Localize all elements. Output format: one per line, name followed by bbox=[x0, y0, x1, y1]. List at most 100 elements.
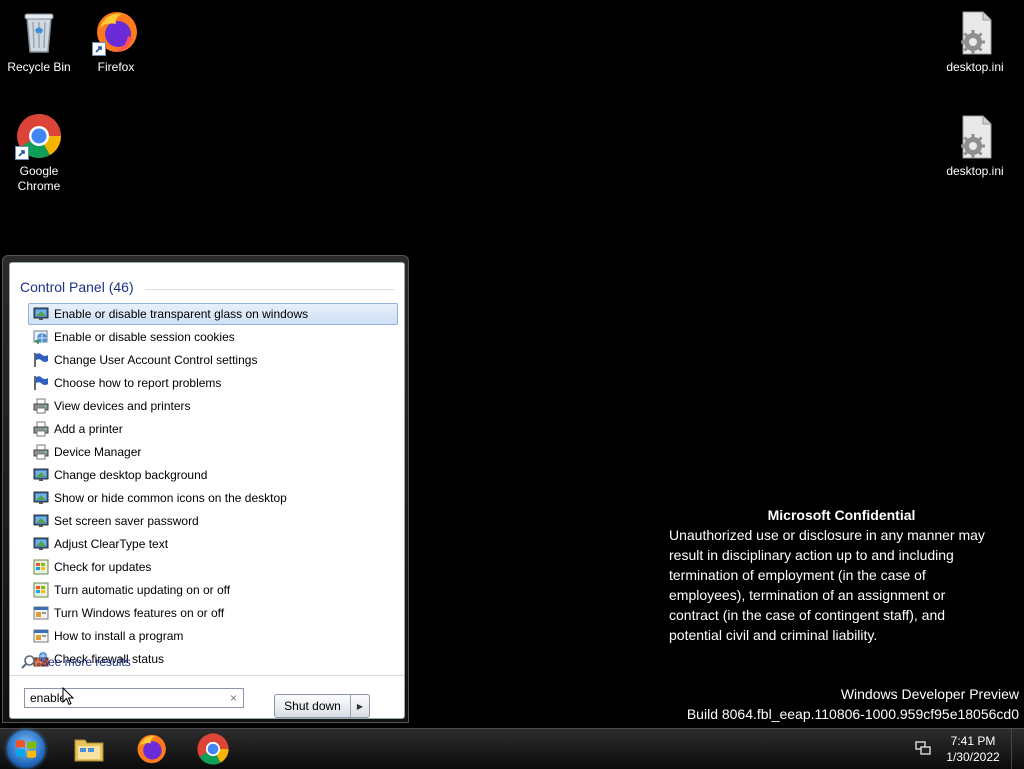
confidential-line: employees), termination of an assignment… bbox=[669, 587, 946, 603]
desktop-icon-label: Firefox bbox=[97, 60, 135, 74]
desktop-icon-label: Recycle Bin bbox=[7, 60, 71, 74]
display-settings-icon bbox=[33, 467, 49, 483]
desktop-icon-label: desktop.ini bbox=[946, 164, 1004, 178]
display-settings-icon bbox=[33, 536, 49, 552]
network-tray-icon[interactable] bbox=[915, 740, 931, 756]
search-result-label: Enable or disable transparent glass on w… bbox=[54, 307, 309, 321]
desktop-icon-desktop-ini[interactable]: desktop.ini bbox=[936, 8, 1014, 75]
desktop-icon-label: desktop.ini bbox=[946, 60, 1004, 74]
search-result-label: Add a printer bbox=[54, 422, 123, 436]
shortcut-arrow-icon bbox=[92, 42, 106, 56]
taskbar-firefox-button[interactable] bbox=[134, 732, 168, 766]
search-result-label: Adjust ClearType text bbox=[54, 537, 169, 551]
search-result-label: How to install a program bbox=[54, 629, 184, 643]
search-result-item[interactable]: Change User Account Control settings bbox=[28, 349, 398, 371]
see-more-label: See more results bbox=[40, 655, 131, 669]
search-result-item[interactable]: Enable or disable transparent glass on w… bbox=[28, 303, 398, 325]
search-result-item[interactable]: View devices and printers bbox=[28, 395, 398, 417]
bottom-divider bbox=[10, 675, 404, 676]
search-input-value: enable bbox=[30, 691, 67, 705]
search-result-item[interactable]: How to install a program bbox=[28, 625, 398, 647]
search-result-item[interactable]: Adjust ClearType text bbox=[28, 533, 398, 555]
windows-update-icon bbox=[33, 559, 49, 575]
build-info: Windows Developer Preview Build 8064.fbl… bbox=[687, 684, 1019, 724]
desktop-icon-google-chrome[interactable]: Google Chrome bbox=[0, 112, 78, 194]
start-search-input[interactable]: enable × bbox=[24, 688, 244, 708]
settings-file-icon bbox=[951, 8, 999, 56]
clock-time: 7:41 PM bbox=[950, 734, 996, 748]
search-result-label: Turn Windows features on or off bbox=[54, 606, 225, 620]
desktop-icon-firefox[interactable]: Firefox bbox=[77, 8, 155, 75]
section-divider bbox=[145, 289, 394, 290]
windows-update-icon bbox=[33, 582, 49, 598]
search-result-label: Enable or disable session cookies bbox=[54, 330, 235, 344]
settings-file-icon bbox=[951, 112, 999, 160]
search-result-label: Set screen saver password bbox=[54, 514, 199, 528]
search-result-item[interactable]: Check for updates bbox=[28, 556, 398, 578]
confidential-title: Microsoft Confidential bbox=[767, 507, 916, 523]
search-results-list: Enable or disable transparent glass on w… bbox=[28, 303, 398, 671]
chrome-icon bbox=[15, 112, 63, 160]
display-settings-icon bbox=[33, 513, 49, 529]
shut-down-button[interactable]: Shut down ▶ bbox=[274, 694, 370, 718]
build-edition: Windows Developer Preview bbox=[840, 686, 1019, 702]
search-result-label: Turn automatic updating on or off bbox=[54, 583, 231, 597]
search-result-label: Device Manager bbox=[54, 445, 142, 459]
desktop-icon-label: Google Chrome bbox=[17, 164, 61, 193]
firefox-icon bbox=[92, 8, 140, 56]
confidential-line: Unauthorized use or disclosure in any ma… bbox=[669, 527, 985, 543]
firefox-icon bbox=[137, 734, 166, 764]
display-settings-icon bbox=[33, 306, 49, 322]
printer-icon bbox=[33, 398, 49, 414]
folder-icon bbox=[74, 739, 104, 762]
taskbar-explorer-button[interactable] bbox=[72, 732, 106, 766]
mouse-cursor-icon bbox=[62, 687, 74, 706]
shut-down-options-arrow-icon[interactable]: ▶ bbox=[350, 695, 369, 717]
search-result-item[interactable]: Turn automatic updating on or off bbox=[28, 579, 398, 601]
start-button[interactable] bbox=[7, 730, 45, 768]
search-result-label: View devices and printers bbox=[54, 399, 191, 413]
search-result-item[interactable]: Device Manager bbox=[28, 441, 398, 463]
search-result-item[interactable]: Enable or disable session cookies bbox=[28, 326, 398, 348]
chrome-icon bbox=[197, 733, 229, 765]
action-center-flag-icon bbox=[33, 375, 49, 391]
search-icon bbox=[20, 654, 36, 670]
confidential-line: contract (in the case of contingent staf… bbox=[669, 607, 946, 623]
confidential-notice: Microsoft Confidential Unauthorized use … bbox=[669, 505, 1014, 645]
confidential-line: potential civil and criminal liability. bbox=[669, 627, 878, 643]
desktop-icon-desktop-ini[interactable]: desktop.ini bbox=[936, 112, 1014, 179]
build-number: Build 8064.fbl_eeap.110806-1000.959cf95e… bbox=[686, 706, 1019, 722]
desktop-icon-recycle-bin[interactable]: Recycle Bin bbox=[0, 8, 78, 75]
shortcut-arrow-icon bbox=[15, 146, 29, 160]
shut-down-label[interactable]: Shut down bbox=[275, 695, 350, 717]
search-result-item[interactable]: Change desktop background bbox=[28, 464, 398, 486]
clear-search-icon[interactable]: × bbox=[230, 691, 237, 705]
start-menu-results-pane: Control Panel (46) Enable or disable tra… bbox=[9, 262, 405, 719]
search-result-label: Change desktop background bbox=[54, 468, 208, 482]
search-result-item[interactable]: Choose how to report problems bbox=[28, 372, 398, 394]
section-header-control-panel[interactable]: Control Panel (46) bbox=[20, 279, 134, 295]
search-result-label: Show or hide common icons on the desktop bbox=[54, 491, 287, 505]
printer-icon bbox=[33, 421, 49, 437]
search-result-item[interactable]: Set screen saver password bbox=[28, 510, 398, 532]
search-result-label: Change User Account Control settings bbox=[54, 353, 258, 367]
search-result-item[interactable]: Add a printer bbox=[28, 418, 398, 440]
search-result-label: Choose how to report problems bbox=[54, 376, 222, 390]
action-center-flag-icon bbox=[33, 352, 49, 368]
search-result-item[interactable]: Turn Windows features on or off bbox=[28, 602, 398, 624]
show-desktop-button[interactable] bbox=[1011, 729, 1024, 769]
programs-icon bbox=[33, 605, 49, 621]
programs-icon bbox=[33, 628, 49, 644]
taskbar-clock[interactable]: 7:41 PM 1/30/2022 bbox=[940, 733, 1006, 765]
display-settings-icon bbox=[33, 490, 49, 506]
clock-date: 1/30/2022 bbox=[946, 750, 1000, 764]
printer-icon bbox=[33, 444, 49, 460]
recycle-bin-icon bbox=[15, 8, 63, 56]
windows-logo-icon bbox=[16, 740, 36, 758]
confidential-line: termination of employment (in the case o… bbox=[669, 567, 926, 583]
taskbar-chrome-button[interactable] bbox=[196, 732, 230, 766]
search-result-item[interactable]: Show or hide common icons on the desktop bbox=[28, 487, 398, 509]
search-result-label: Check for updates bbox=[54, 560, 152, 574]
see-more-results-link[interactable]: See more results bbox=[20, 654, 131, 670]
confidential-line: result in disciplinary action up to and … bbox=[669, 547, 954, 563]
